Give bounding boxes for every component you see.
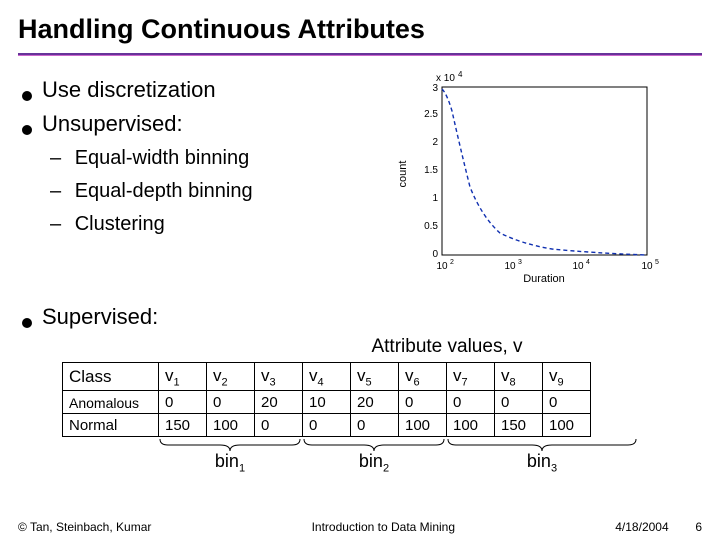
col-v5: v5 xyxy=(351,363,399,391)
col-class: Class xyxy=(63,363,159,391)
attribute-values-caption: Attribute values, v xyxy=(192,336,702,358)
footer-right: 4/18/2004 6 xyxy=(615,520,702,534)
svg-text:Duration: Duration xyxy=(523,273,565,284)
col-v9: v9 xyxy=(543,363,591,391)
table-row: Normal 150 100 0 0 0 100 100 150 100 xyxy=(63,414,591,437)
svg-text:2: 2 xyxy=(432,137,438,148)
brace-bin1: bin1 xyxy=(158,437,302,475)
cell: 150 xyxy=(495,414,543,437)
svg-text:2.5: 2.5 xyxy=(424,109,438,120)
svg-text:3: 3 xyxy=(432,83,438,94)
dash-icon: – xyxy=(50,147,61,169)
cell: 150 xyxy=(159,414,207,437)
cell: 0 xyxy=(495,391,543,414)
svg-text:4: 4 xyxy=(586,259,590,266)
subbullet-text: Clustering xyxy=(75,213,165,235)
row-label: Normal xyxy=(63,414,159,437)
svg-text:1: 1 xyxy=(432,193,438,204)
table-row: Anomalous 0 0 20 10 20 0 0 0 0 xyxy=(63,391,591,414)
cell: 100 xyxy=(447,414,495,437)
table-header-row: Class v1 v2 v3 v4 v5 v6 v7 v8 v9 xyxy=(63,363,591,391)
subbullet-equal-depth: – Equal-depth binning xyxy=(50,180,382,203)
cell: 0 xyxy=(303,414,351,437)
svg-text:0: 0 xyxy=(432,249,438,260)
bullet-supervised: Supervised: xyxy=(22,304,702,330)
col-v2: v2 xyxy=(207,363,255,391)
svg-text:0.5: 0.5 xyxy=(424,221,438,232)
svg-text:3: 3 xyxy=(518,259,522,266)
cell: 100 xyxy=(207,414,255,437)
cell: 100 xyxy=(399,414,447,437)
cell: 0 xyxy=(207,391,255,414)
cell: 0 xyxy=(399,391,447,414)
bullet-dot-icon xyxy=(22,318,32,328)
col-v4: v4 xyxy=(303,363,351,391)
svg-text:5: 5 xyxy=(655,259,659,266)
duration-count-chart: x 10 4 0 0.5 1 1.5 2 2.5 3 cou xyxy=(392,69,672,284)
subbullet-text: Equal-depth binning xyxy=(75,180,253,202)
col-v3: v3 xyxy=(255,363,303,391)
cell: 0 xyxy=(543,391,591,414)
svg-text:10: 10 xyxy=(436,261,448,272)
page-number: 6 xyxy=(695,520,702,534)
bin-braces-row: bin1 bin2 bin3 xyxy=(62,437,702,481)
row-label: Anomalous xyxy=(63,391,159,414)
footer-copyright: © Tan, Steinbach, Kumar xyxy=(18,520,151,534)
discretization-table: Class v1 v2 v3 v4 v5 v6 v7 v8 v9 Anomalo… xyxy=(62,362,591,437)
svg-text:4: 4 xyxy=(458,70,463,79)
svg-text:10: 10 xyxy=(504,261,516,272)
cell: 10 xyxy=(303,391,351,414)
svg-text:x 10: x 10 xyxy=(436,73,455,84)
subbullet-text: Equal-width binning xyxy=(75,147,250,169)
bullet-text: Use discretization xyxy=(42,77,216,103)
bullet-text: Supervised: xyxy=(42,304,158,330)
svg-text:1.5: 1.5 xyxy=(424,165,438,176)
slide-footer: © Tan, Steinbach, Kumar Introduction to … xyxy=(0,520,720,534)
slide-title: Handling Continuous Attributes xyxy=(0,0,720,53)
bullet-dot-icon xyxy=(22,91,32,101)
footer-center: Introduction to Data Mining xyxy=(312,520,455,534)
cell: 0 xyxy=(255,414,303,437)
col-v1: v1 xyxy=(159,363,207,391)
col-v7: v7 xyxy=(447,363,495,391)
subbullet-clustering: – Clustering xyxy=(50,213,382,236)
svg-text:count: count xyxy=(397,161,409,188)
subbullet-equal-width: – Equal-width binning xyxy=(50,147,382,170)
dash-icon: – xyxy=(50,180,61,202)
cell: 0 xyxy=(351,414,399,437)
col-v6: v6 xyxy=(399,363,447,391)
cell: 0 xyxy=(447,391,495,414)
bullet-text: Unsupervised: xyxy=(42,111,183,137)
bullet-use-discretization: Use discretization xyxy=(22,77,382,103)
svg-text:10: 10 xyxy=(572,261,584,272)
svg-text:10: 10 xyxy=(641,261,653,272)
bullet-unsupervised: Unsupervised: xyxy=(22,111,382,137)
col-v8: v8 xyxy=(495,363,543,391)
cell: 20 xyxy=(255,391,303,414)
cell: 0 xyxy=(159,391,207,414)
cell: 20 xyxy=(351,391,399,414)
svg-text:2: 2 xyxy=(450,259,454,266)
cell: 100 xyxy=(543,414,591,437)
dash-icon: – xyxy=(50,213,61,235)
brace-bin3: bin3 xyxy=(446,437,638,475)
bullet-dot-icon xyxy=(22,125,32,135)
brace-bin2: bin2 xyxy=(302,437,446,475)
